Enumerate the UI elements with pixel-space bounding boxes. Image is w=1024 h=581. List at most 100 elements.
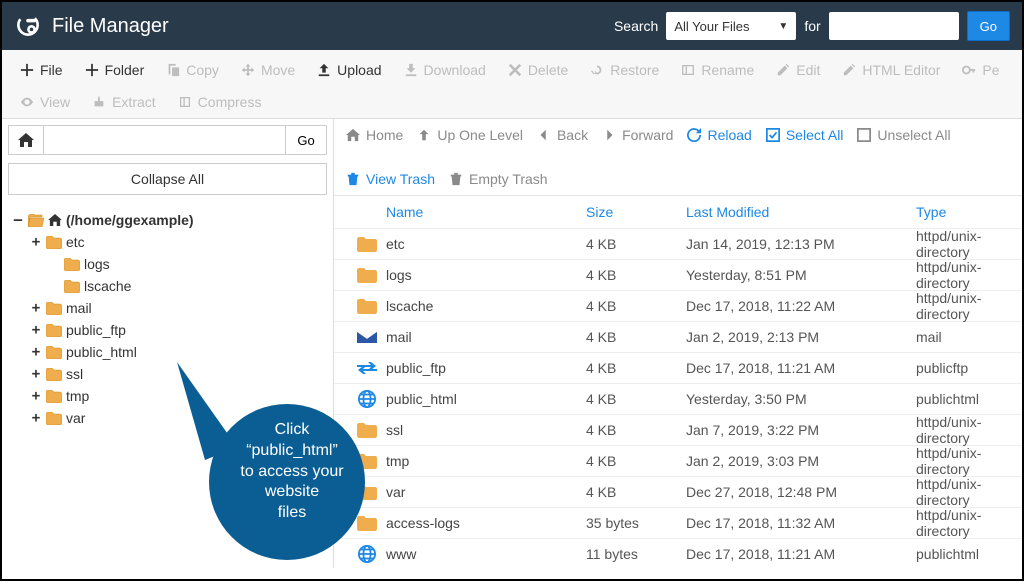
cell-type: mail bbox=[916, 329, 1008, 345]
tree-item-public_ftp[interactable]: +public_ftp bbox=[8, 319, 327, 341]
tree-item-ssl[interactable]: +ssl bbox=[8, 363, 327, 385]
table-row[interactable]: lscache4 KBDec 17, 2018, 11:22 AMhttpd/u… bbox=[334, 291, 1022, 322]
tree-item-etc[interactable]: +etc bbox=[8, 231, 327, 253]
cell-type: httpd/unix-directory bbox=[916, 414, 1008, 446]
cell-size: 4 KB bbox=[586, 298, 686, 314]
folder-icon bbox=[348, 235, 386, 253]
extract-button[interactable]: Extract bbox=[82, 88, 166, 116]
select-all-button[interactable]: Select All bbox=[766, 127, 844, 143]
tree-item-tmp[interactable]: +tmp bbox=[8, 385, 327, 407]
table-row[interactable]: ssl4 KBJan 7, 2019, 3:22 PMhttpd/unix-di… bbox=[334, 415, 1022, 446]
edit-button[interactable]: Edit bbox=[766, 56, 830, 84]
search-label: Search bbox=[614, 18, 658, 34]
search-for-label: for bbox=[804, 18, 820, 34]
new-folder-button[interactable]: Folder bbox=[75, 56, 155, 84]
rename-button[interactable]: Rename bbox=[671, 56, 764, 84]
cell-size: 4 KB bbox=[586, 267, 686, 283]
tree-item-mail[interactable]: +mail bbox=[8, 297, 327, 319]
expand-icon: + bbox=[30, 300, 42, 316]
table-row[interactable]: mail4 KBJan 2, 2019, 2:13 PMmail bbox=[334, 322, 1022, 353]
restore-button[interactable]: Restore bbox=[580, 56, 669, 84]
path-go-button[interactable]: Go bbox=[285, 125, 327, 155]
copy-button[interactable]: Copy bbox=[156, 56, 229, 84]
path-home-button[interactable] bbox=[8, 125, 44, 155]
cell-name: access-logs bbox=[386, 515, 586, 531]
cell-modified: Yesterday, 3:50 PM bbox=[686, 391, 916, 407]
nav-reload-button[interactable]: Reload bbox=[687, 127, 751, 143]
table-header: Name Size Last Modified Type bbox=[334, 196, 1022, 229]
cell-modified: Jan 7, 2019, 3:22 PM bbox=[686, 422, 916, 438]
expand-icon: + bbox=[30, 234, 42, 250]
sidebar: Go Collapse All – (/home/ggexample) +etc… bbox=[2, 119, 334, 568]
compress-button[interactable]: Compress bbox=[168, 88, 272, 116]
cell-modified: Jan 2, 2019, 3:03 PM bbox=[686, 453, 916, 469]
trash-icon bbox=[449, 172, 463, 186]
upload-button[interactable]: Upload bbox=[307, 56, 391, 84]
new-file-button[interactable]: File bbox=[10, 56, 73, 84]
cell-name: public_ftp bbox=[386, 360, 586, 376]
globe-icon bbox=[348, 545, 386, 563]
cell-type: httpd/unix-directory bbox=[916, 259, 1008, 291]
table-row[interactable]: logs4 KBYesterday, 8:51 PMhttpd/unix-dir… bbox=[334, 260, 1022, 291]
collapse-icon: – bbox=[12, 212, 24, 228]
cell-name: etc bbox=[386, 236, 586, 252]
cell-modified: Dec 17, 2018, 11:32 AM bbox=[686, 515, 916, 531]
folder-icon bbox=[348, 514, 386, 532]
table-row[interactable]: public_html4 KBYesterday, 3:50 PMpublich… bbox=[334, 384, 1022, 415]
move-label: Move bbox=[261, 62, 295, 78]
view-button[interactable]: View bbox=[10, 88, 80, 116]
search-scope-select[interactable]: All Your Files ▼ bbox=[666, 12, 796, 40]
cell-type: httpd/unix-directory bbox=[916, 476, 1008, 508]
tree-item-var[interactable]: +var bbox=[8, 407, 327, 429]
col-size-header[interactable]: Size bbox=[586, 204, 686, 220]
expand-icon: + bbox=[30, 366, 42, 382]
checkbox-empty-icon bbox=[857, 128, 871, 142]
col-mod-header[interactable]: Last Modified bbox=[686, 204, 916, 220]
cell-modified: Yesterday, 8:51 PM bbox=[686, 267, 916, 283]
table-row[interactable]: www11 bytesDec 17, 2018, 11:21 AMpublich… bbox=[334, 539, 1022, 568]
app-title: File Manager bbox=[52, 15, 169, 38]
tree-root[interactable]: – (/home/ggexample) bbox=[8, 209, 327, 231]
html-editor-button[interactable]: HTML Editor bbox=[832, 56, 950, 84]
path-input[interactable] bbox=[44, 125, 285, 155]
nav-forward-button[interactable]: Forward bbox=[602, 127, 673, 143]
tree-item-lscache[interactable]: lscache bbox=[8, 275, 327, 297]
tree-item-label: tmp bbox=[66, 388, 89, 404]
search-go-button[interactable]: Go bbox=[967, 11, 1010, 41]
col-type-header[interactable]: Type bbox=[916, 204, 1008, 220]
cell-name: www bbox=[386, 546, 586, 562]
unselect-all-button[interactable]: Unselect All bbox=[857, 127, 950, 143]
upload-label: Upload bbox=[337, 62, 381, 78]
nav-back-button[interactable]: Back bbox=[537, 127, 588, 143]
cell-size: 35 bytes bbox=[586, 515, 686, 531]
folder-icon bbox=[348, 483, 386, 501]
tree-item-label: public_html bbox=[66, 344, 137, 360]
delete-button[interactable]: Delete bbox=[498, 56, 578, 84]
empty-trash-button[interactable]: Empty Trash bbox=[449, 171, 548, 187]
col-name-header[interactable]: Name bbox=[386, 204, 586, 220]
new-folder-label: Folder bbox=[105, 62, 145, 78]
collapse-all-button[interactable]: Collapse All bbox=[8, 163, 327, 195]
download-button[interactable]: Download bbox=[394, 56, 496, 84]
view-trash-button[interactable]: View Trash bbox=[346, 171, 435, 187]
table-row[interactable]: var4 KBDec 27, 2018, 12:48 PMhttpd/unix-… bbox=[334, 477, 1022, 508]
permissions-button[interactable]: Pe bbox=[952, 56, 1009, 84]
compress-label: Compress bbox=[198, 94, 262, 110]
table-row[interactable]: public_ftp4 KBDec 17, 2018, 11:21 AMpubl… bbox=[334, 353, 1022, 384]
folder-icon bbox=[348, 421, 386, 439]
folder-icon bbox=[348, 266, 386, 284]
table-row[interactable]: access-logs35 bytesDec 17, 2018, 11:32 A… bbox=[334, 508, 1022, 539]
move-button[interactable]: Move bbox=[231, 56, 305, 84]
cell-name: tmp bbox=[386, 453, 586, 469]
table-row[interactable]: tmp4 KBJan 2, 2019, 3:03 PMhttpd/unix-di… bbox=[334, 446, 1022, 477]
cell-modified: Dec 27, 2018, 12:48 PM bbox=[686, 484, 916, 500]
table-row[interactable]: etc4 KBJan 14, 2019, 12:13 PMhttpd/unix-… bbox=[334, 229, 1022, 260]
search-input[interactable] bbox=[829, 12, 959, 40]
tree-item-logs[interactable]: logs bbox=[8, 253, 327, 275]
nav-home-button[interactable]: Home bbox=[346, 127, 403, 143]
mail-icon bbox=[348, 328, 386, 346]
tree-item-public_html[interactable]: +public_html bbox=[8, 341, 327, 363]
nav-up-button[interactable]: Up One Level bbox=[417, 127, 523, 143]
folder-open-icon bbox=[28, 214, 44, 227]
home-icon bbox=[346, 128, 360, 142]
